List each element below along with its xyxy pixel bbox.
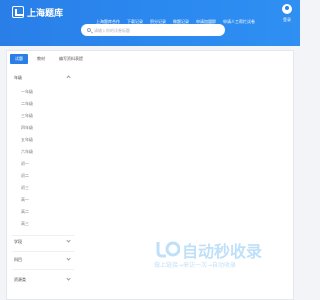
sidebar-item-grade-6[interactable]: 六年级	[21, 149, 33, 155]
sidebar-item-junior-1[interactable]: 初一	[21, 161, 29, 167]
section-title-resource[interactable]: 资源类	[14, 277, 26, 283]
search-icon[interactable]	[87, 28, 91, 32]
content-tabs: 试题 教材 编写资料表提	[10, 54, 92, 64]
chevron-down-icon[interactable]	[66, 238, 71, 243]
section-title-subject[interactable]: 科目	[14, 257, 22, 263]
chevron-down-icon[interactable]	[66, 276, 71, 281]
sidebar-item-grade-3[interactable]: 三年级	[21, 113, 33, 119]
sidebar-item-junior-2[interactable]: 初二	[21, 173, 29, 179]
search-bar[interactable]	[81, 24, 225, 36]
login-label[interactable]: 登录	[279, 17, 295, 23]
watermark-brand: 自动秒收录	[182, 242, 263, 261]
sidebar-item-grade-2[interactable]: 二年级	[21, 101, 33, 107]
watermark-tagline: 做上链接→来访一次→自动收录	[154, 262, 237, 269]
divider	[12, 235, 74, 236]
sidebar-item-senior-3[interactable]: 高三	[21, 221, 29, 227]
watermark: 自动秒收录 做上链接→来访一次→自动收录	[154, 238, 294, 278]
tab-questions[interactable]: 试题	[10, 54, 28, 64]
chevron-down-icon[interactable]	[66, 256, 71, 261]
section-title-grade[interactable]: 年级	[14, 75, 22, 81]
site-logo[interactable]: 上海题库	[12, 5, 63, 19]
tab-textbooks[interactable]: 教材	[32, 54, 50, 64]
sidebar-item-senior-1[interactable]: 高一	[21, 197, 29, 203]
chevron-up-icon[interactable]	[66, 75, 71, 80]
sidebar-item-grade-4[interactable]: 四年级	[21, 125, 33, 131]
logo-text: 上海题库	[27, 8, 64, 19]
sidebar-item-senior-2[interactable]: 高二	[21, 209, 29, 215]
user-login[interactable]: 登录	[279, 4, 295, 23]
divider	[12, 269, 74, 270]
sidebar-item-grade-5[interactable]: 五年级	[21, 137, 33, 143]
search-input[interactable]	[94, 27, 214, 33]
nav-request-help[interactable]: 申请人工帮忙试卷	[223, 19, 255, 25]
user-avatar-icon[interactable]	[282, 4, 292, 14]
watermark-logo-icon	[156, 241, 180, 258]
section-title-stage[interactable]: 学段	[14, 239, 22, 245]
logo-icon	[12, 6, 24, 18]
top-header: 上海题库 上海题库合作 下载记录 积分记录 做题记录 申请加盟群 申请人工帮忙试…	[0, 0, 300, 46]
tab-materials[interactable]: 编写资料表提	[54, 54, 88, 64]
divider	[12, 251, 74, 252]
sidebar-item-junior-3[interactable]: 初三	[21, 185, 29, 191]
sidebar-item-grade-1[interactable]: 一年级	[21, 89, 33, 95]
